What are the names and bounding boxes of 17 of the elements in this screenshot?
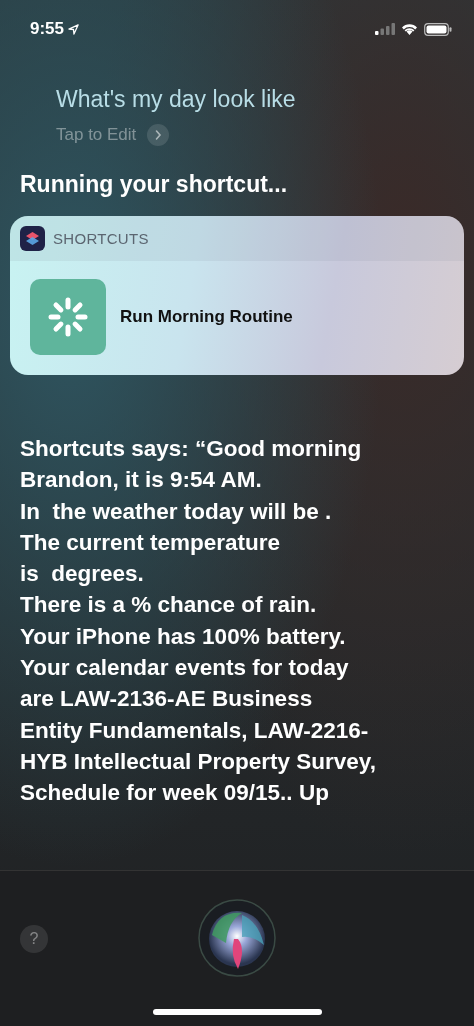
shortcuts-app-icon: [20, 226, 45, 251]
shortcut-card[interactable]: SHORTCUTS Run Morning Routine: [10, 216, 464, 375]
tap-to-edit-button[interactable]: Tap to Edit: [56, 123, 171, 147]
siri-orb-icon[interactable]: [198, 899, 276, 977]
query-text: What's my day look like: [56, 86, 297, 113]
wifi-icon: [401, 23, 418, 35]
battery-icon: [424, 22, 452, 36]
help-button[interactable]: ?: [20, 925, 48, 953]
chevron-icon: [146, 123, 171, 147]
heading: Running your shortcut...: [20, 171, 289, 198]
status-time: 9:55: [30, 19, 65, 39]
location-arrow-icon: [68, 23, 80, 35]
response-text: Shortcuts says: “Good morning Brandon, it is 9:54 AM. In the weather today will be . The current temperature is degrees. There is a % chance of rain. Your iPhone has 100% battery. Your calendar events for today are LAW-2136-AE Business Entity Fundamentals, LAW-2216- HYB Intellectual Property Survey, Schedule for week 09/15.. Up: [20, 435, 377, 808]
signal-icon: [375, 23, 395, 35]
app-name: SHORTCUTS: [53, 230, 149, 247]
spinner-icon: [30, 279, 106, 355]
shortcut-name: Run Morning Routine: [120, 307, 293, 327]
